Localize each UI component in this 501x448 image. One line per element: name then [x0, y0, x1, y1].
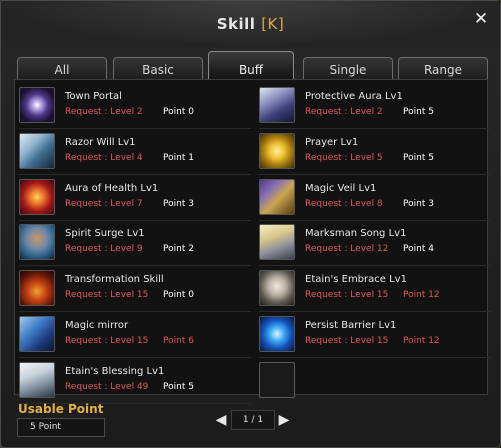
skill-request: Request : Level 15	[305, 335, 389, 346]
pagination: ◀ 1 / 1 ▶	[214, 410, 294, 430]
tab-bar: All Basic Buff Single Range	[15, 51, 488, 79]
skill-point: Point 6	[163, 335, 194, 346]
tab-buff[interactable]: Buff	[208, 51, 294, 79]
skill-row[interactable]: Spirit Surge Lv1 Request : Level 9 Point…	[19, 221, 251, 267]
close-icon[interactable]: ✕	[472, 10, 490, 28]
skill-name: Protective Aura Lv1	[305, 91, 403, 102]
skill-name: Prayer Lv1	[305, 136, 359, 148]
skill-name: Etain's Embrace Lv1	[305, 274, 407, 286]
skill-row[interactable]: Prayer Lv1 Request : Level 5 Point 5	[259, 130, 491, 175]
skill-row[interactable]: Razor Will Lv1 Request : Level 4 Point 1	[19, 130, 251, 175]
page-indicator: 1 / 1	[231, 410, 275, 430]
aura-health-icon[interactable]	[19, 178, 55, 215]
skill-name: Spirit Surge Lv1	[65, 228, 145, 240]
skill-point: Point 0	[163, 107, 194, 117]
skill-name: Magic Veil Lv1	[305, 182, 377, 194]
title-bar[interactable]: Skill [K]	[1, 1, 500, 47]
tab-range[interactable]: Range	[398, 57, 488, 79]
skill-request: Request : Level 2	[305, 107, 383, 117]
prayer-icon[interactable]	[259, 132, 295, 169]
portal-icon[interactable]	[19, 87, 55, 123]
skill-name: Razor Will Lv1	[65, 136, 136, 148]
magic-veil-icon[interactable]	[259, 178, 295, 215]
skill-row[interactable]: Town Portal Request : Level 2 Point 0	[19, 84, 251, 129]
skill-point: Point 12	[403, 335, 440, 346]
skill-point: Point 3	[163, 198, 194, 209]
skill-request: Request : Level 4	[65, 152, 143, 163]
skill-row[interactable]: Etain's Embrace Lv1 Request : Level 15 P…	[259, 267, 491, 313]
skill-row[interactable]: Magic mirror Request : Level 15 Point 6	[19, 313, 251, 358]
skill-request: Request : Level 12	[305, 244, 389, 255]
persist-barrier-icon[interactable]	[259, 315, 295, 352]
etain-embrace-icon[interactable]	[259, 270, 295, 307]
skill-request: Request : Level 49	[65, 381, 149, 392]
empty-skill-row	[259, 359, 491, 403]
empty-skill-slot[interactable]	[259, 361, 295, 398]
skill-row[interactable]: Marksman Song Lv1 Request : Level 12 Poi…	[259, 221, 491, 267]
transformation-icon[interactable]	[19, 270, 55, 307]
skill-point: Point 1	[163, 152, 194, 163]
window-title: Skill [K]	[1, 15, 500, 33]
skill-point: Point 0	[163, 290, 194, 301]
skill-name: Magic mirror	[65, 319, 129, 331]
skill-request: Request : Level 15	[305, 290, 389, 301]
skill-point: Point 5	[403, 152, 434, 163]
marksman-song-icon[interactable]	[259, 224, 295, 261]
skill-point: Point 5	[403, 107, 434, 117]
usable-point-label: Usable Point	[18, 402, 104, 416]
next-page-icon[interactable]: ▶	[277, 411, 291, 429]
skill-request: Request : Level 5	[305, 152, 383, 163]
skill-request: Request : Level 2	[65, 107, 143, 117]
skill-column-left: Town Portal Request : Level 2 Point 0 Ra…	[19, 84, 251, 405]
skill-row[interactable]: Persist Barrier Lv1 Request : Level 15 P…	[259, 313, 491, 358]
skill-name: Etain's Blessing Lv1	[65, 365, 165, 377]
protective-aura-icon[interactable]	[259, 87, 295, 123]
skill-name: Aura of Health Lv1	[65, 182, 159, 194]
spirit-surge-icon[interactable]	[19, 224, 55, 261]
skill-request: Request : Level 15	[65, 335, 149, 346]
usable-point-value: 5 Point	[17, 418, 105, 437]
skill-point: Point 12	[403, 290, 440, 301]
skill-row[interactable]: Protective Aura Lv1 Request : Level 2 Po…	[259, 84, 491, 129]
skill-request: Request : Level 15	[65, 290, 149, 301]
tab-all[interactable]: All	[17, 57, 107, 79]
title-text: Skill	[216, 15, 256, 33]
skill-request: Request : Level 8	[305, 198, 383, 209]
skill-point: Point 3	[403, 198, 434, 209]
skill-request: Request : Level 7	[65, 198, 143, 209]
skill-window: Skill [K] ✕ All Basic Buff Single Range …	[0, 0, 501, 448]
magic-mirror-icon[interactable]	[19, 315, 55, 352]
skill-point: Point 4	[403, 244, 434, 255]
skill-name: Persist Barrier Lv1	[305, 319, 397, 331]
skill-name: Marksman Song Lv1	[305, 228, 407, 240]
skill-name: Transformation Skill	[65, 274, 164, 286]
skill-list-panel: Town Portal Request : Level 2 Point 0 Ra…	[14, 79, 491, 404]
title-hotkey: [K]	[261, 15, 285, 33]
etain-blessing-icon[interactable]	[19, 361, 55, 398]
tab-single[interactable]: Single	[303, 57, 393, 79]
skill-request: Request : Level 9	[65, 244, 143, 255]
skill-name: Town Portal	[65, 91, 122, 102]
skill-column-right: Protective Aura Lv1 Request : Level 2 Po…	[259, 84, 491, 404]
skill-row[interactable]: Magic Veil Lv1 Request : Level 8 Point 3	[259, 176, 491, 221]
tab-basic[interactable]: Basic	[113, 57, 203, 79]
skill-row[interactable]: Aura of Health Lv1 Request : Level 7 Poi…	[19, 176, 251, 221]
skill-point: Point 2	[163, 244, 194, 255]
skill-row[interactable]: Transformation Skill Request : Level 15 …	[19, 267, 251, 313]
prev-page-icon[interactable]: ◀	[214, 411, 228, 429]
skill-point: Point 5	[163, 381, 194, 392]
skill-row[interactable]: Etain's Blessing Lv1 Request : Level 49 …	[19, 359, 251, 404]
razor-will-icon[interactable]	[19, 132, 55, 169]
